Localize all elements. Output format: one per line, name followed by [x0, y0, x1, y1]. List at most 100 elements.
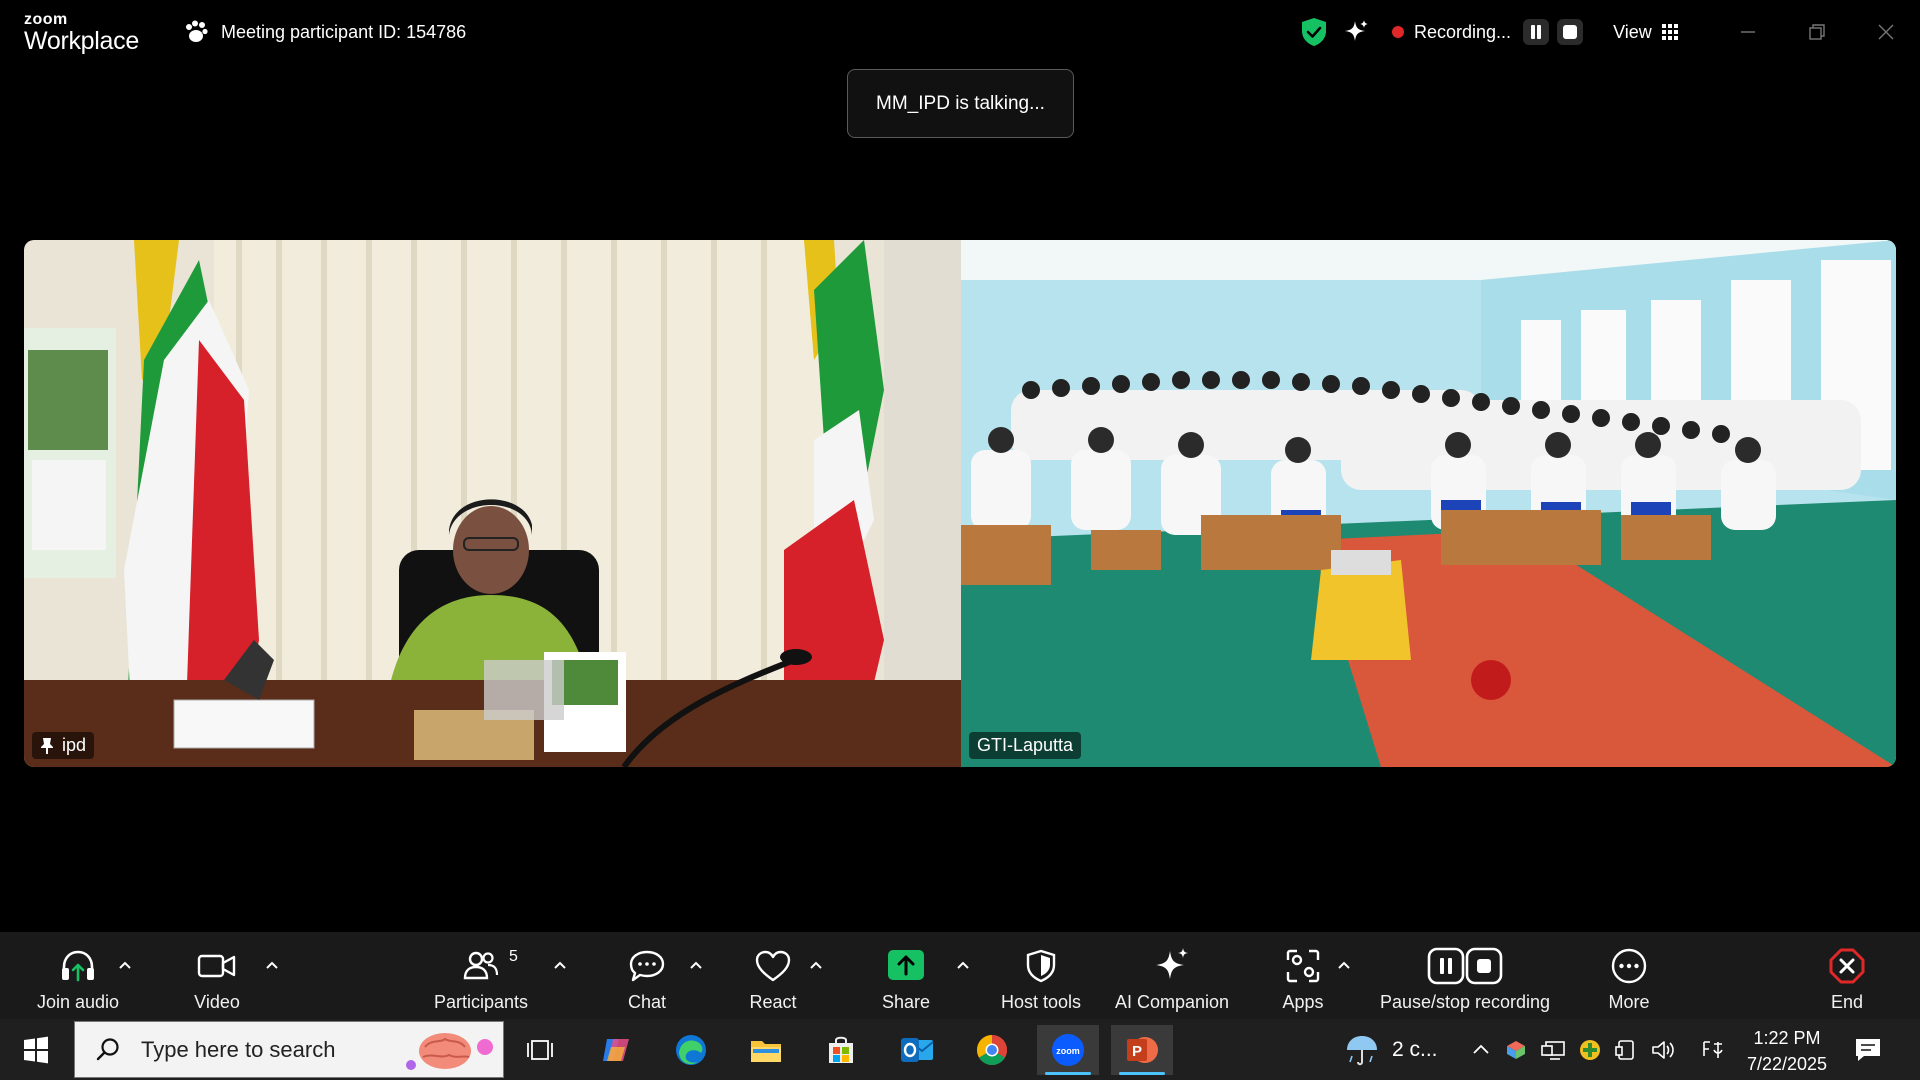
- stop-recording-button[interactable]: [1557, 19, 1584, 45]
- pin-icon[interactable]: [40, 737, 54, 755]
- participant-name-tag-gti-laputta: GTI-Laputta: [969, 732, 1082, 759]
- react-button[interactable]: React: [743, 932, 803, 1019]
- chrome-app[interactable]: [962, 1025, 1022, 1075]
- participants-count: 5: [509, 948, 518, 965]
- minimize-icon: [1741, 31, 1755, 33]
- video-tile-gti-laputta[interactable]: GTI-Laputta: [961, 240, 1896, 767]
- chrome-icon: [976, 1035, 1008, 1066]
- system-tray-icons: [1470, 1019, 1726, 1080]
- outlook-icon: [901, 1038, 934, 1062]
- ai-companion-label: AI Companion: [1114, 992, 1230, 1012]
- join-audio-label: Join audio: [36, 992, 120, 1012]
- participants-chevron-up-icon[interactable]: [553, 960, 567, 970]
- video-feed-gti-laputta: [961, 240, 1896, 767]
- share-chevron-up-icon[interactable]: [956, 960, 970, 970]
- pause-stop-recording-button[interactable]: Pause/stop recording: [1372, 932, 1558, 1019]
- apps-button[interactable]: Apps: [1273, 932, 1333, 1019]
- edge-browser-icon: [676, 1035, 706, 1065]
- tray-device-icon[interactable]: [1614, 1038, 1638, 1062]
- join-audio-chevron-up-icon[interactable]: [118, 960, 132, 970]
- clock-time: 1:22 PM: [1753, 1028, 1821, 1048]
- headphones-icon: [62, 950, 94, 982]
- more-dots-icon: [1611, 948, 1647, 984]
- powerpoint-app[interactable]: P: [1111, 1025, 1173, 1075]
- react-chevron-up-icon[interactable]: [809, 960, 823, 970]
- umbrella-rain-icon: [1347, 1035, 1377, 1065]
- meeting-id-text: Meeting participant ID: 154786: [221, 21, 467, 42]
- microsoft-store-app[interactable]: [811, 1025, 871, 1075]
- search-highlight-brain-icon: [406, 1032, 493, 1070]
- zoom-app[interactable]: zoom: [1037, 1025, 1099, 1075]
- pause-recording-button[interactable]: [1523, 19, 1550, 45]
- weather-widget[interactable]: 2 c...: [1342, 1019, 1438, 1080]
- volume-speaker-icon[interactable]: [1650, 1038, 1676, 1062]
- minimize-button[interactable]: [1728, 14, 1768, 50]
- restore-button[interactable]: [1797, 14, 1837, 50]
- chat-button[interactable]: Chat: [617, 932, 677, 1019]
- end-label: End: [1830, 992, 1864, 1012]
- ai-sparkle-icon[interactable]: [1342, 18, 1370, 46]
- participants-icon: [463, 951, 499, 980]
- clock-date: 7/22/2025: [1746, 1054, 1828, 1074]
- task-view-button[interactable]: [510, 1025, 570, 1075]
- restore-icon: [1809, 24, 1825, 40]
- close-icon: [1878, 24, 1894, 40]
- close-button[interactable]: [1866, 14, 1906, 50]
- search-input[interactable]: [141, 1036, 401, 1063]
- participants-label: Participants: [433, 992, 529, 1012]
- video-tile-ipd[interactable]: ipd: [24, 240, 961, 767]
- grid-view-icon: [1661, 24, 1678, 40]
- participants-button[interactable]: 5 Participants: [426, 932, 536, 1019]
- zoom-workplace-logo: zoom Workplace: [24, 12, 139, 54]
- logo-workplace-text: Workplace: [24, 27, 139, 55]
- search-icon: [96, 1037, 119, 1060]
- view-button[interactable]: View: [1613, 22, 1678, 43]
- encryption-shield-icon[interactable]: [1300, 17, 1328, 47]
- notification-center-button[interactable]: [1853, 1019, 1883, 1080]
- title-right-tools: Recording... View: [1300, 14, 1678, 50]
- video-chevron-up-icon[interactable]: [265, 960, 279, 970]
- input-language-icon[interactable]: [1700, 1038, 1726, 1062]
- pause-stop-icon: [1427, 947, 1503, 985]
- more-label: More: [1608, 992, 1650, 1012]
- file-explorer-app[interactable]: [736, 1025, 796, 1075]
- more-button[interactable]: More: [1599, 932, 1659, 1019]
- windows-start-icon[interactable]: [14, 1033, 58, 1067]
- title-bar: zoom Workplace Meeting participant ID: 1…: [0, 0, 1920, 66]
- host-tools-label: Host tools: [1000, 992, 1082, 1012]
- taskbar-clock[interactable]: 1:22 PM 7/22/2025: [1732, 1025, 1842, 1077]
- taskbar-search-box[interactable]: [74, 1021, 504, 1078]
- participant-name-ipd: ipd: [62, 735, 87, 755]
- outlook-app[interactable]: [887, 1025, 947, 1075]
- host-tools-button[interactable]: Host tools: [996, 932, 1086, 1019]
- join-audio-button[interactable]: Join audio: [28, 932, 128, 1019]
- svg-text:zoom: zoom: [1056, 1046, 1080, 1056]
- windows-taskbar: zoom P 2 c...: [0, 1019, 1920, 1080]
- edge-app[interactable]: [661, 1025, 721, 1075]
- zoom-app-icon: zoom: [1052, 1034, 1084, 1066]
- copilot-app[interactable]: [586, 1025, 646, 1075]
- chat-chevron-up-icon[interactable]: [689, 960, 703, 970]
- svg-text:P: P: [1132, 1043, 1142, 1060]
- share-label: Share: [881, 992, 931, 1012]
- video-button[interactable]: Video: [172, 932, 262, 1019]
- tray-app-cube-icon[interactable]: [1504, 1038, 1528, 1062]
- network-monitor-icon[interactable]: [1540, 1038, 1566, 1062]
- heart-icon: [755, 950, 791, 982]
- participant-name-tag-ipd: ipd: [32, 732, 95, 759]
- ai-companion-button[interactable]: AI Companion: [1110, 932, 1234, 1019]
- logo-zoom-text: zoom: [24, 11, 68, 28]
- paw-icon: [186, 20, 208, 42]
- share-screen-icon: [888, 950, 924, 980]
- end-meeting-button[interactable]: End: [1817, 932, 1877, 1019]
- show-hidden-icons-chevron-up-icon[interactable]: [1470, 1039, 1492, 1061]
- apps-icon: [1286, 949, 1320, 983]
- tray-security-badge-icon[interactable]: [1578, 1038, 1602, 1062]
- meeting-participant-id[interactable]: Meeting participant ID: 154786: [183, 19, 466, 45]
- powerpoint-icon: P: [1127, 1037, 1158, 1063]
- apps-chevron-up-icon[interactable]: [1337, 960, 1351, 970]
- end-x-icon: [1829, 948, 1865, 984]
- share-button[interactable]: Share: [876, 932, 936, 1019]
- active-speaker-text: MM_IPD is talking...: [876, 92, 1045, 114]
- chat-label: Chat: [627, 992, 667, 1012]
